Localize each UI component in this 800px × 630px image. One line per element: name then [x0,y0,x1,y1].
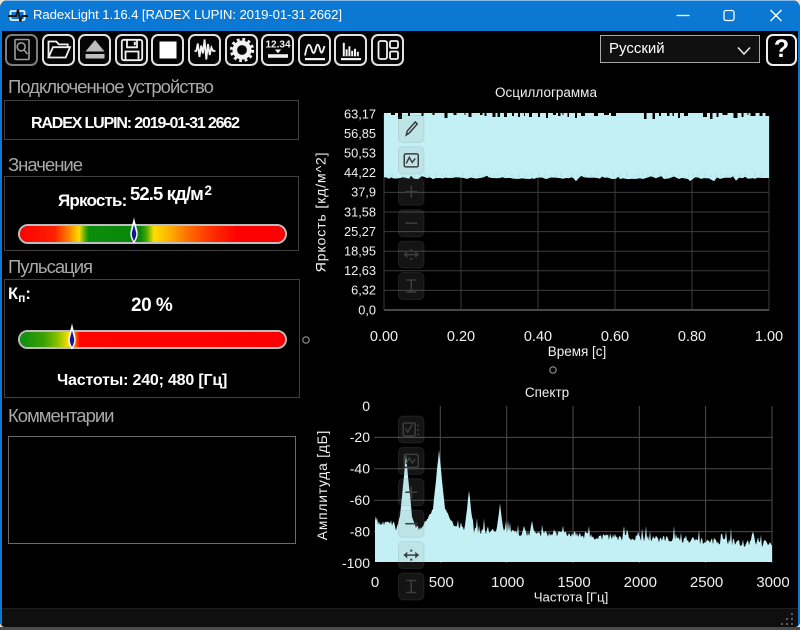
svg-text:25,27: 25,27 [344,224,376,239]
svg-text:0: 0 [362,398,370,414]
svg-text:0: 0 [371,574,379,591]
svg-text:Частота [Гц]: Частота [Гц] [534,590,609,605]
svg-text:50,53: 50,53 [344,146,376,161]
svg-text:-40: -40 [350,461,370,477]
svg-text:-20: -20 [350,429,370,445]
svg-text:63,17: 63,17 [344,106,376,121]
svg-text:18,95: 18,95 [344,244,376,259]
svg-text:31,58: 31,58 [344,204,376,219]
svg-text:6,32: 6,32 [351,283,376,298]
svg-text:-60: -60 [350,492,370,508]
svg-text:1500: 1500 [557,574,590,591]
svg-text:37,9: 37,9 [351,185,376,200]
svg-text:Спектр: Спектр [525,385,569,400]
svg-text:0.00: 0.00 [370,329,398,345]
svg-text:12,63: 12,63 [344,263,376,278]
svg-text:Амплитуда [дБ]: Амплитуда [дБ] [315,430,330,540]
svg-text:1000: 1000 [491,574,524,591]
svg-text:0.80: 0.80 [678,329,706,345]
svg-text:12.34: 12.34 [265,40,290,51]
svg-text:Яркость [кд/м^2]: Яркость [кд/м^2] [314,152,330,273]
svg-text:1.00: 1.00 [755,329,783,345]
svg-text:500: 500 [429,574,454,591]
svg-text:3000: 3000 [756,574,789,591]
svg-text:0.20: 0.20 [447,329,475,345]
svg-text:0.60: 0.60 [601,329,629,345]
svg-text:0,0: 0,0 [358,302,376,317]
svg-text:2000: 2000 [624,574,657,591]
svg-text:-100: -100 [342,555,370,571]
svg-text:0.40: 0.40 [524,329,552,345]
svg-text:Время [с]: Время [с] [548,344,607,359]
svg-text:-80: -80 [350,523,370,539]
svg-text:44,22: 44,22 [344,165,376,180]
svg-text:Осциллограмма: Осциллограмма [495,85,597,100]
svg-text:56,85: 56,85 [344,126,376,141]
svg-text:2500: 2500 [690,574,723,591]
